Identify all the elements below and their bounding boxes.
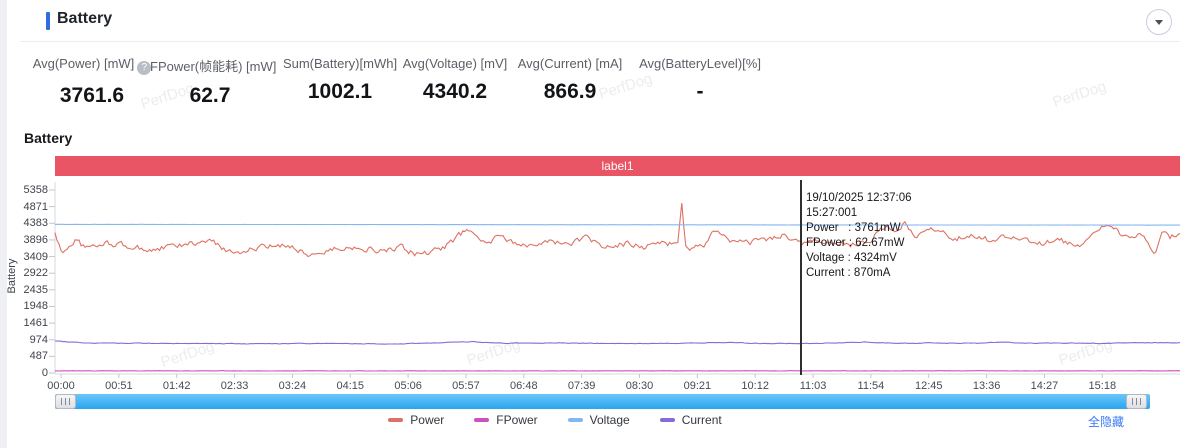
legend-item-fpower[interactable]: FPower <box>474 413 537 427</box>
y-tick-label: 974 <box>6 334 48 346</box>
x-tick-label: 10:12 <box>733 380 777 392</box>
chart-legend: Power FPower Voltage Current <box>55 413 1055 427</box>
range-handle-right[interactable] <box>1126 394 1147 409</box>
x-tick-label: 02:33 <box>213 380 257 392</box>
legend-swatch <box>474 418 489 422</box>
battery-panel: Battery Avg(Power) [mW]? 3761.6 FPower(帧… <box>0 0 1198 448</box>
x-tick-label: 12:45 <box>907 380 951 392</box>
grip-icon <box>1132 398 1141 405</box>
x-tick-label: 03:24 <box>270 380 314 392</box>
y-tick-label: 4871 <box>6 201 48 213</box>
x-tick-label: 08:30 <box>618 380 662 392</box>
tooltip-line: FPower : 62.67mW <box>806 236 912 251</box>
legend-label: Voltage <box>590 413 630 427</box>
series-line-power <box>55 203 1180 257</box>
x-tick-label: 11:03 <box>791 380 835 392</box>
hide-all-link[interactable]: 全隐藏 <box>1088 413 1124 430</box>
series-line-voltage <box>55 224 1180 225</box>
tooltip-line: 15:27:001 <box>806 206 912 221</box>
x-tick-label: 05:57 <box>444 380 488 392</box>
y-tick-label: 0 <box>6 367 48 379</box>
x-tick-label: 01:42 <box>155 380 199 392</box>
legend-item-current[interactable]: Current <box>660 413 722 427</box>
crosshair-line <box>800 180 802 375</box>
tooltip-line: Current : 870mA <box>806 266 912 281</box>
tooltip-line: 19/10/2025 12:37:06 <box>806 191 912 206</box>
legend-label: Current <box>682 413 722 427</box>
x-tick-label: 15:18 <box>1080 380 1124 392</box>
x-tick-label: 05:06 <box>386 380 430 392</box>
x-tick-label: 06:48 <box>502 380 546 392</box>
y-tick-label: 5358 <box>6 184 48 196</box>
y-tick-label: 3409 <box>6 251 48 263</box>
legend-swatch <box>388 418 403 422</box>
x-tick-label: 07:39 <box>560 380 604 392</box>
y-tick-label: 487 <box>6 350 48 362</box>
range-scrollbar-track[interactable] <box>55 394 1150 409</box>
y-tick-label: 2435 <box>6 284 48 296</box>
x-tick-label: 13:36 <box>965 380 1009 392</box>
grip-icon <box>61 398 70 405</box>
range-handle-left[interactable] <box>55 394 76 409</box>
legend-swatch <box>568 418 583 422</box>
x-tick-label: 00:51 <box>97 380 141 392</box>
y-tick-label: 2922 <box>6 267 48 279</box>
y-tick-label: 1461 <box>6 317 48 329</box>
legend-label: Power <box>410 413 444 427</box>
x-tick-label: 00:00 <box>39 380 83 392</box>
legend-swatch <box>660 418 675 422</box>
legend-label: FPower <box>496 413 537 427</box>
x-tick-label: 09:21 <box>675 380 719 392</box>
tooltip-line: Power : 3761mW <box>806 221 912 236</box>
y-tick-label: 3896 <box>6 234 48 246</box>
legend-item-voltage[interactable]: Voltage <box>568 413 630 427</box>
legend-item-power[interactable]: Power <box>388 413 444 427</box>
y-tick-label: 1948 <box>6 300 48 312</box>
series-line-current <box>55 341 1180 344</box>
y-tick-label: 4383 <box>6 217 48 229</box>
x-tick-label: 04:15 <box>328 380 372 392</box>
chart-tooltip: 19/10/2025 12:37:0615:27:001Power : 3761… <box>806 191 912 281</box>
tooltip-line: Voltage : 4324mV <box>806 251 912 266</box>
x-tick-label: 14:27 <box>1022 380 1066 392</box>
x-tick-label: 11:54 <box>849 380 893 392</box>
